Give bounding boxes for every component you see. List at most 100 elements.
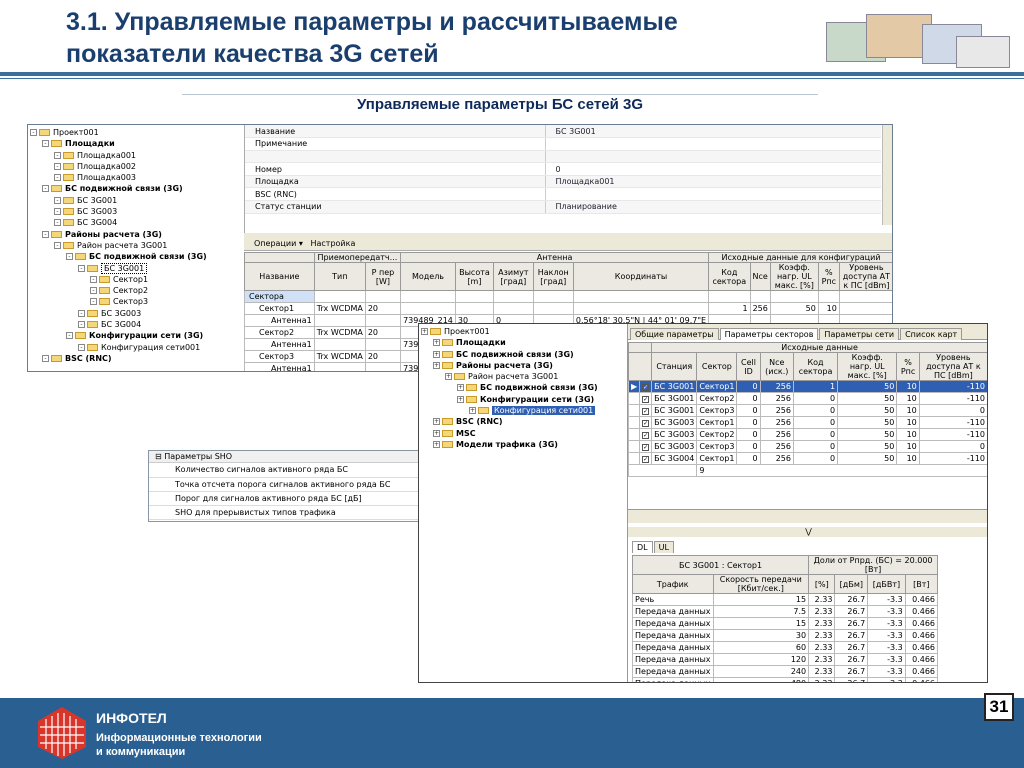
expand-icon[interactable]: + [433,361,440,369]
column-header[interactable]: % Рпс [896,352,920,381]
tree-item[interactable]: - Площадка002 [30,161,244,172]
table-row[interactable]: Передача данных 30 2.33 26.7 -3.3 0.466 [632,629,939,642]
table-row[interactable]: Передача данных 60 2.33 26.7 -3.3 0.466 [632,641,939,654]
check-icon[interactable]: ✓ [642,456,650,463]
property-value[interactable] [544,150,881,164]
table-row[interactable]: Передача данных 120 2.33 26.7 -3.3 0.466 [632,653,939,666]
tree-item[interactable]: + BSC (RNC) [421,416,627,427]
property-row[interactable]: Название БС 3G001 [245,125,881,139]
tab-ul[interactable]: UL [653,541,674,553]
property-value[interactable] [544,187,881,202]
tree-item[interactable]: + Проект001 [421,326,627,337]
tree-item[interactable]: + Район расчета 3G001 [421,371,627,382]
column-header[interactable]: % Рпс [817,262,840,291]
table-row[interactable]: ✓ БС 3G004 Сектор1 0 256 0 50 10 -110 [627,452,987,465]
tree-item[interactable]: + БС подвижной связи (3G) [421,349,627,360]
column-header[interactable]: [%] [808,574,836,594]
column-header[interactable]: Уровень доступа АТ к ПС [dBm] [918,352,987,381]
tree-item[interactable]: - БС 3G004 [30,217,244,228]
column-header[interactable]: Коэфф. нагр. UL макс. [%] [837,352,898,381]
tab-0[interactable]: Общие параметры [630,328,719,340]
expand-icon[interactable]: - [42,185,49,193]
tree-item[interactable]: - Площадка003 [30,172,244,183]
row-checkbox[interactable]: ✓ [639,428,653,441]
column-header[interactable]: Трафик [632,574,714,594]
column-header[interactable]: Сектор [696,352,738,381]
expand-icon[interactable]: - [42,354,49,362]
tree-item[interactable]: + Модели трафика (3G) [421,439,627,450]
property-row[interactable]: Номер 0 [245,162,881,176]
row-checkbox[interactable]: ✓ [639,440,653,453]
expand-icon[interactable]: - [54,241,61,249]
expand-icon[interactable]: - [54,208,61,216]
column-header[interactable]: Название [244,262,315,291]
row-checkbox[interactable]: ✓ [639,392,653,405]
tree-item[interactable]: - Конфигурация сети001 [30,342,244,353]
column-header[interactable]: Высота [m] [454,262,495,291]
row-checkbox[interactable]: ✓ [639,404,653,417]
table-row[interactable]: ✓ БС 3G003 Сектор2 0 256 0 50 10 -110 [627,428,987,441]
tree-item[interactable]: - Площадка001 [30,150,244,161]
config-tree[interactable]: + Проект001 + Площадки + БС подвижной связи (… [421,326,627,450]
tree-item[interactable]: - Площадки [30,138,244,149]
tree-item[interactable]: - БС 3G004 [30,319,244,330]
tree-item[interactable]: + MSC [421,428,627,439]
tree-item[interactable]: + Конфигурации сети (3G) [421,394,627,405]
tree-item[interactable]: - БС 3G003 [30,206,244,217]
expand-icon[interactable]: - [78,343,85,351]
tree-item[interactable]: - Сектор3 [30,296,244,307]
table-row[interactable]: Передача данных4802.3326.7-3.30.466 [632,677,939,682]
expand-icon[interactable]: - [54,219,61,227]
check-icon[interactable]: ✓ [642,444,650,451]
property-row[interactable]: Площадка Площадка001 [245,175,881,189]
expand-icon[interactable]: + [433,429,440,437]
property-value[interactable]: 0 [544,162,881,176]
column-header[interactable]: Коэфф. нагр. UL макс. [%] [769,262,819,291]
tree-item[interactable]: - Районы расчета (3G) [30,229,244,240]
column-header[interactable]: Скорость передачи [Кбит/сек.] [712,574,810,594]
tree-item[interactable]: - Сектор1 [30,274,244,285]
expand-icon[interactable]: - [78,264,85,272]
check-icon[interactable]: ✓ [642,420,650,427]
tab-dl[interactable]: DL [632,541,653,553]
property-value[interactable]: БС 3G001 [544,125,881,139]
expand-icon[interactable]: - [54,196,61,204]
column-header[interactable]: Станция [651,352,698,381]
table-row[interactable]: ✓ БС 3G003 Сектор3 0 256 0 50 10 0 [627,440,987,453]
tree-item[interactable]: - Конфигурации сети (3G) [30,330,244,341]
expand-icon[interactable]: - [66,332,73,340]
table-row[interactable]: Передача данных 7.5 2.33 26.7 -3.3 0.466 [632,605,939,618]
operations-menu[interactable]: Операции [254,239,296,248]
tree-item[interactable]: + Районы расчета (3G) [421,360,627,371]
table-row[interactable]: Речь 15 2.33 26.7 -3.3 0.466 [632,593,939,606]
expand-icon[interactable]: - [90,298,97,306]
tree-item[interactable]: - БС подвижной связи (3G) [30,251,244,262]
pane-splitter[interactable]: ⋁ [628,527,987,537]
table-row[interactable]: Передача данных 15 2.33 26.7 -3.3 0.466 [632,617,939,630]
row-checkbox[interactable]: ✓ [639,380,653,393]
check-icon[interactable]: ✓ [642,384,650,391]
property-row[interactable]: Примечание [245,137,881,151]
expand-icon[interactable]: - [66,253,73,261]
expand-icon[interactable]: - [42,230,49,238]
grid-scrollbar[interactable] [628,509,987,523]
row-checkbox[interactable]: ✓ [639,416,653,429]
column-header[interactable]: Код сектора [708,262,751,291]
tree-item[interactable]: - БС 3G003 [30,308,244,319]
project-tree[interactable]: - Проект001- Площадки - Площадка001- Площадка… [30,127,244,364]
expand-icon[interactable]: - [90,287,97,295]
column-header[interactable]: Р пер [W] [364,262,402,291]
expand-icon[interactable]: + [457,395,464,403]
table-row[interactable]: ✓ БС 3G001 Сектор3 0 256 0 50 10 0 [627,404,987,417]
expand-icon[interactable]: + [433,440,440,448]
table-row[interactable]: ▶ ✓ БС 3G001 Сектор1 0 256 1 50 10 -110 [627,380,987,393]
tree-item[interactable]: - Район расчета 3G001 [30,240,244,251]
tree-item[interactable]: - БС 3G001 [30,195,244,206]
settings-menu[interactable]: Настройка [310,239,355,248]
column-header[interactable]: Уровень доступа АТ к ПС [dBm] [838,262,892,291]
property-value[interactable] [544,137,881,151]
tree-item[interactable]: - BSC (RNC) [30,353,244,364]
table-row[interactable]: Передача данных 240 2.33 26.7 -3.3 0.466 [632,665,939,678]
expand-icon[interactable]: + [433,350,440,358]
check-icon[interactable]: ✓ [642,432,650,439]
